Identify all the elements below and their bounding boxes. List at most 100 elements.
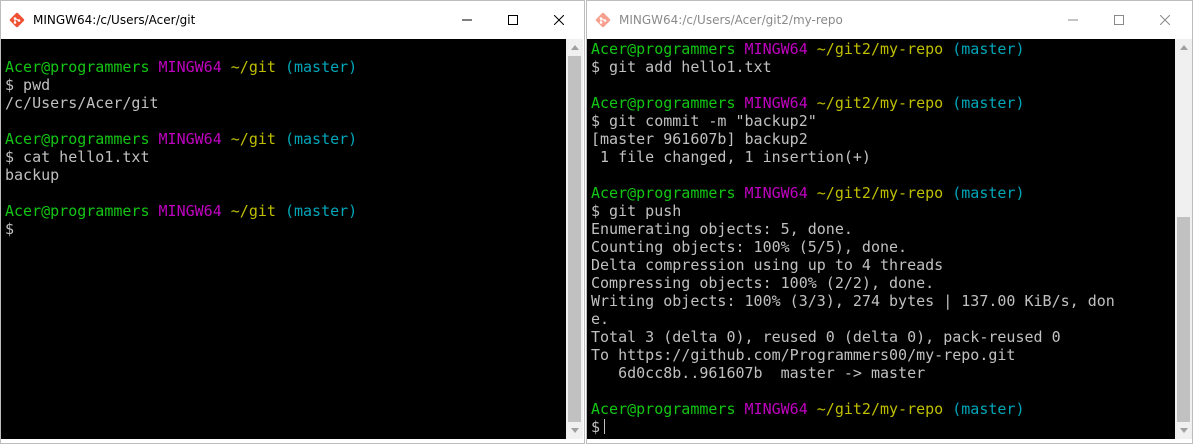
- text-cursor: [604, 419, 606, 434]
- terminal-line: $ pwd: [5, 76, 582, 94]
- maximize-button[interactable]: [490, 1, 536, 39]
- maximize-icon: [1114, 15, 1124, 25]
- terminal-text: ~/git: [230, 130, 285, 148]
- terminal-text: Acer@programmers: [591, 94, 745, 112]
- terminal-text: Acer@programmers: [591, 400, 745, 418]
- maximize-icon: [508, 15, 518, 25]
- terminal-line: Acer@programmers MINGW64 ~/git2/my-repo …: [591, 184, 1177, 202]
- terminal-text: $: [5, 220, 15, 238]
- terminal-line: $: [5, 220, 582, 238]
- terminal-line: Counting objects: 100% (5/5), done.: [591, 238, 1177, 256]
- git-bash-icon: [9, 12, 25, 28]
- terminal-text: Acer@programmers: [5, 202, 159, 220]
- terminal-text: $ git add hello1.txt: [591, 58, 772, 76]
- terminal-text: $ git push: [591, 202, 682, 220]
- terminal-text: ~/git2/my-repo: [816, 400, 953, 418]
- scroll-thumb[interactable]: [568, 56, 581, 422]
- terminal-line: /c/Users/Acer/git: [5, 94, 582, 112]
- terminal-line: Acer@programmers MINGW64 ~/git (master): [5, 202, 582, 220]
- terminal-line: Acer@programmers MINGW64 ~/git (master): [5, 58, 582, 76]
- maximize-button[interactable]: [1096, 1, 1142, 39]
- chevron-up-icon: [570, 45, 579, 50]
- terminal-line: Acer@programmers MINGW64 ~/git2/my-repo …: [591, 400, 1177, 418]
- vertical-scrollbar[interactable]: [1175, 39, 1192, 439]
- terminal-text: (master): [952, 400, 1025, 418]
- terminal-text: (master): [284, 202, 358, 220]
- terminal-text: Acer@programmers: [591, 40, 745, 58]
- terminal-line: Delta compression using up to 4 threads: [591, 256, 1177, 274]
- terminal-line: Writing objects: 100% (3/3), 274 bytes |…: [591, 292, 1177, 310]
- close-icon: [554, 15, 564, 25]
- terminal-text: Acer@programmers: [5, 58, 159, 76]
- title-bar[interactable]: MINGW64:/c/Users/Acer/git: [1, 1, 584, 39]
- terminal-text: Counting objects: 100% (5/5), done.: [591, 238, 908, 256]
- minimize-icon: [462, 19, 472, 21]
- terminal-line: backup: [5, 166, 582, 184]
- terminal-text: backup: [5, 166, 60, 184]
- title-bar[interactable]: MINGW64:/c/Users/Acer/git2/my-repo: [587, 1, 1192, 39]
- terminal-text: 1 file changed, 1 insertion(+): [591, 148, 871, 166]
- scroll-up-button[interactable]: [566, 39, 583, 56]
- terminal-text: MINGW64: [158, 202, 231, 220]
- terminal-text: (master): [952, 184, 1025, 202]
- terminal-text: MINGW64: [744, 40, 817, 58]
- close-button[interactable]: [1142, 1, 1188, 39]
- terminal-window-left[interactable]: MINGW64:/c/Users/Acer/git Acer@programme…: [0, 0, 585, 444]
- terminal-line: Enumerating objects: 5, done.: [591, 220, 1177, 238]
- terminal-text: (master): [952, 40, 1025, 58]
- terminal-line: Acer@programmers MINGW64 ~/git2/my-repo …: [591, 40, 1177, 58]
- terminal-line: $: [591, 418, 1177, 436]
- terminal-line: To https://github.com/Programmers00/my-r…: [591, 346, 1177, 364]
- terminal-text: Acer@programmers: [591, 184, 745, 202]
- terminal-line: $ git push: [591, 202, 1177, 220]
- terminal-text: MINGW64: [158, 130, 231, 148]
- terminal-text: ~/git2/my-repo: [816, 40, 953, 58]
- terminal-text: To https://github.com/Programmers00/my-r…: [591, 346, 1016, 364]
- terminal-line: Acer@programmers MINGW64 ~/git2/my-repo …: [591, 94, 1177, 112]
- terminal-line: $ cat hello1.txt: [5, 148, 582, 166]
- terminal-text: /c/Users/Acer/git: [5, 94, 159, 112]
- terminal-lines: Acer@programmers MINGW64 ~/git (master) $…: [5, 39, 582, 238]
- terminal-text: Delta compression using up to 4 threads: [591, 256, 944, 274]
- terminal-text: 6d0cc8b..961607b master -> master: [591, 364, 926, 382]
- terminal-line: Compressing objects: 100% (2/2), done.: [591, 274, 1177, 292]
- chevron-down-icon: [1179, 428, 1188, 433]
- minimize-button[interactable]: [444, 1, 490, 39]
- minimize-icon: [1068, 19, 1078, 21]
- scroll-up-button[interactable]: [1175, 39, 1192, 56]
- terminal-text: MINGW64: [744, 184, 817, 202]
- terminal-text: Writing objects: 100% (3/3), 274 bytes |…: [591, 292, 1115, 310]
- terminal-text: $ git commit -m "backup2": [591, 112, 817, 130]
- vertical-scrollbar[interactable]: [566, 39, 583, 439]
- terminal-text: ~/git: [230, 58, 285, 76]
- terminal-text: MINGW64: [744, 94, 817, 112]
- terminal-line: $ git add hello1.txt: [591, 58, 1177, 76]
- scroll-down-button[interactable]: [566, 422, 583, 439]
- terminal-line: Total 3 (delta 0), reused 0 (delta 0), p…: [591, 328, 1177, 346]
- terminal-output[interactable]: Acer@programmers MINGW64 ~/git2/my-repo …: [587, 39, 1177, 439]
- window-title: MINGW64:/c/Users/Acer/git: [33, 13, 196, 27]
- terminal-text: (master): [284, 130, 358, 148]
- git-bash-icon: [595, 12, 611, 28]
- terminal-text: MINGW64: [744, 400, 817, 418]
- minimize-button[interactable]: [1050, 1, 1096, 39]
- terminal-text: (master): [952, 94, 1025, 112]
- close-button[interactable]: [536, 1, 582, 39]
- terminal-text: (master): [284, 58, 358, 76]
- terminal-window-right[interactable]: MINGW64:/c/Users/Acer/git2/my-repo Acer@…: [586, 0, 1193, 444]
- terminal-text: ~/git2/my-repo: [816, 184, 953, 202]
- window-title: MINGW64:/c/Users/Acer/git2/my-repo: [619, 13, 843, 27]
- terminal-text: MINGW64: [158, 58, 231, 76]
- terminal-output[interactable]: Acer@programmers MINGW64 ~/git (master) $…: [1, 39, 582, 439]
- terminal-line: [master 961607b] backup2: [591, 130, 1177, 148]
- scroll-thumb[interactable]: [1177, 217, 1190, 422]
- terminal-line: e.: [591, 310, 1177, 328]
- terminal-text: Acer@programmers: [5, 130, 159, 148]
- scroll-down-button[interactable]: [1175, 422, 1192, 439]
- chevron-up-icon: [1179, 45, 1188, 50]
